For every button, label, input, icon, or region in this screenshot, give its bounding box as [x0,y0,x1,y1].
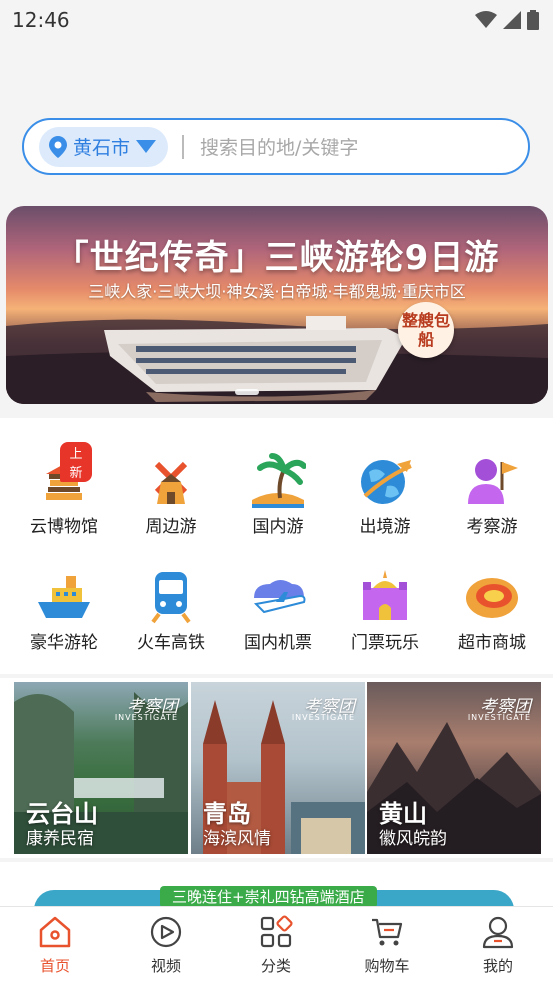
tab-cart[interactable]: 购物车 [337,915,437,976]
promo-subtitle: 徽风皖韵 [379,829,447,849]
new-badge: 上新 [60,442,92,482]
battery-icon [527,10,539,30]
cruise-ship-icon [36,568,92,624]
category-label: 豪华游轮 [30,633,98,653]
status-time: 12:46 [12,8,70,32]
user-icon [481,915,515,949]
search-divider [182,134,185,159]
signal-icon [503,11,521,29]
train-icon [143,568,199,624]
tab-mine[interactable]: 我的 [448,915,548,976]
tab-label: 首页 [39,957,70,975]
promo-subtitle: 海滨风情 [203,829,271,849]
promo-card-qingdao[interactable]: 考察团 INVESTIGATE 青岛 海滨风情 [191,682,365,854]
tab-label: 视频 [150,957,181,975]
search-bar[interactable]: 黄石市 搜索目的地/关键字 [22,118,530,175]
search-input[interactable]: 搜索目的地/关键字 [200,133,358,160]
wifi-icon [475,11,497,28]
category-item-overseas[interactable]: 出境游 [335,452,435,537]
tab-video[interactable]: 视频 [116,915,216,976]
category-item-tickets[interactable]: 门票玩乐 [335,568,435,653]
tab-category[interactable]: 分类 [226,915,326,976]
palm-island-icon [250,452,307,508]
person-flag-icon [464,452,520,508]
category-item-inspection[interactable]: 考察游 [442,452,542,537]
globe-plane-icon [357,452,413,508]
category-label: 周边游 [145,517,197,537]
secondary-banner-tag: 三晚连住+崇礼四钻高端酒店 [160,886,377,906]
promo-brand-en: INVESTIGATE [467,713,531,722]
tab-label: 分类 [260,957,291,975]
museum-icon: 上新 [36,442,92,508]
tab-home[interactable]: 首页 [5,915,105,976]
category-label: 出境游 [359,517,411,537]
status-bar: 12:46 [0,0,553,40]
city-selector[interactable]: 黄石市 [39,126,169,167]
category-item-museum[interactable]: 上新 云博物馆 [14,442,114,537]
play-icon [149,915,183,949]
banner-title: 「世纪传奇」三峡游轮9日游 [54,238,500,278]
category-item-market[interactable]: 超市商城 [442,568,542,653]
category-label: 超市商城 [458,633,526,653]
location-pin-icon [49,135,67,158]
promo-cards: 考察团 INVESTIGATE 云台山 康养民宿 考察团 INVESTIGATE… [0,678,553,858]
cart-icon [370,915,404,949]
category-label: 云博物馆 [30,517,98,537]
status-icons [475,10,539,30]
airplane-icon [250,568,306,624]
home-icon [38,915,72,949]
category-label: 国内游 [252,517,304,537]
secondary-banner[interactable]: 三晚连住+崇礼四钻高端酒店 [0,862,553,906]
promo-card-yuntaishan[interactable]: 考察团 INVESTIGATE 云台山 康养民宿 [14,682,188,854]
banner-badge: 整艘包船 [398,302,454,358]
category-item-train[interactable]: 火车高铁 [121,568,221,653]
tab-label: 我的 [482,957,513,975]
category-icon [259,915,293,949]
chevron-down-icon [136,139,157,153]
category-label: 考察游 [466,517,518,537]
fruit-icon [464,568,520,624]
category-label: 国内机票 [244,633,312,653]
castle-ticket-icon [357,568,413,624]
promo-brand-en: INVESTIGATE [114,713,178,722]
promo-banner[interactable]: 「世纪传奇」三峡游轮9日游 三峡人家·三峡大坝·神女溪·白帝城·丰都鬼城·重庆市… [6,206,548,404]
banner-subtitle: 三峡人家·三峡大坝·神女溪·白帝城·丰都鬼城·重庆市区 [88,282,466,301]
category-grid: 上新 云博物馆 周边游 国内游 出境游 考察游 豪华游轮 火车高铁 国内机票 门… [0,418,553,674]
tab-label: 购物车 [364,957,410,975]
category-item-cruise[interactable]: 豪华游轮 [14,568,114,653]
windmill-icon [143,452,199,508]
category-item-nearby[interactable]: 周边游 [121,452,221,537]
city-label: 黄石市 [73,137,131,159]
category-label: 门票玩乐 [351,633,419,653]
category-item-flight[interactable]: 国内机票 [228,568,328,653]
bottom-tab-bar: 首页 视频 分类 购物车 我的 [0,906,553,983]
category-label: 火车高铁 [137,633,205,653]
carousel-indicator [235,389,259,395]
promo-brand-en: INVESTIGATE [291,713,355,722]
category-item-domestic[interactable]: 国内游 [228,452,328,537]
promo-subtitle: 康养民宿 [26,829,94,849]
promo-card-huangshan[interactable]: 考察团 INVESTIGATE 黄山 徽风皖韵 [367,682,541,854]
